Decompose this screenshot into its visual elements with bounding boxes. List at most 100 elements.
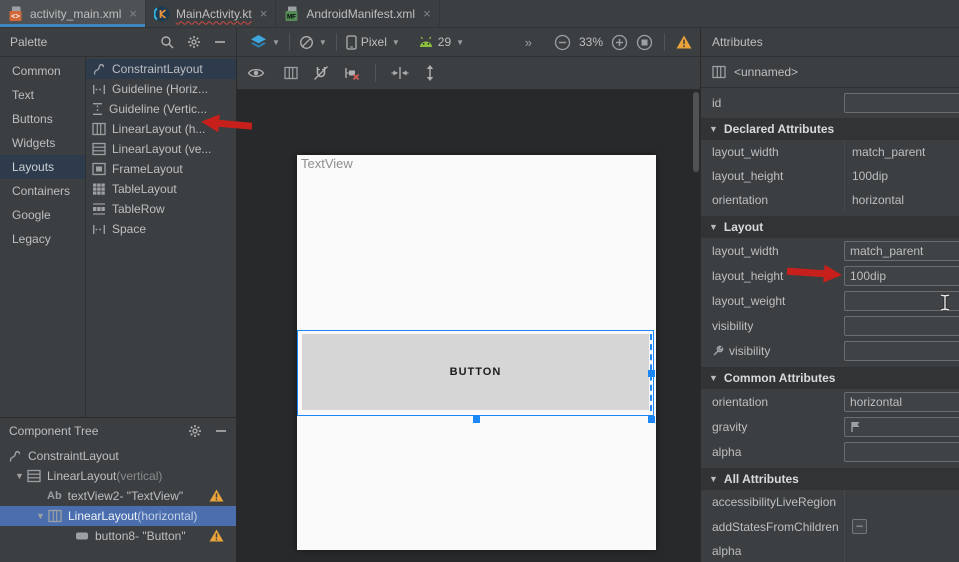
palette-item[interactable]: LinearLayout (ve... [86,139,236,159]
chevron-down-icon: ▼ [272,38,280,47]
palette-category-buttons[interactable]: Buttons [0,107,85,131]
attribute-value-input[interactable] [847,319,959,333]
palette-category-widgets[interactable]: Widgets [0,131,85,155]
palette-category-layouts[interactable]: Layouts [0,155,85,179]
palette-item-label: Guideline (Vertic... [109,102,207,116]
palette-item[interactable]: Guideline (Horiz... [86,79,236,99]
attribute-section-header[interactable]: ▼Declared Attributes [701,118,959,140]
node-label: textView2- "TextView" [68,489,183,503]
attribute-value-input[interactable] [847,344,959,358]
search-icon[interactable] [160,35,174,49]
expand-vertically-icon[interactable] [424,65,436,81]
attribute-value-text: 100dip [852,169,888,183]
close-icon[interactable]: × [423,7,431,20]
attribute-row: visibility [701,313,959,338]
api-version-selector[interactable]: 29 ▼ [409,35,473,49]
text-cursor-ibeam [939,293,951,312]
theme-selector[interactable]: ▼ [290,35,336,50]
zoom-to-fit-button[interactable] [636,34,653,51]
selection-handle-bottom[interactable] [473,416,480,423]
canvas-button-label: BUTTON [450,366,502,378]
tab-label: AndroidManifest.xml [306,7,415,21]
palette-item[interactable]: TableRow [86,199,236,219]
attribute-label: layout_width [712,145,779,159]
palette-category-containers[interactable]: Containers [0,179,85,203]
palette-item-label: Space [112,222,146,236]
toolbar-overflow-button[interactable]: » [525,35,532,50]
api-level-label: 29 [438,35,451,49]
layout-variant-selector[interactable]: ▼ [241,34,289,50]
palette-item-label: Guideline (Horiz... [112,82,208,96]
node-suffix: (vertical) [116,469,162,483]
palette-item[interactable]: FrameLayout [86,159,236,179]
device-selector[interactable]: Pixel ▼ [337,35,409,50]
editor-tab[interactable]: <> activity_main.xml × [0,0,146,27]
attribute-row: accessibilityLiveRegion [701,490,959,514]
clear-constraints-icon[interactable] [344,65,360,81]
palette-header: Palette [0,28,237,56]
tab-label: activity_main.xml [30,7,121,21]
component-tree-node[interactable]: ▼LinearLayout(horizontal) [0,506,236,526]
component-tree-node[interactable]: AbtextView2- "TextView" [0,486,236,506]
expand-arrow-icon[interactable]: ▼ [12,471,27,481]
expand-arrow-icon[interactable]: ▼ [33,511,48,521]
autoconnect-off-magnet-icon[interactable] [313,65,329,81]
orientation-in-editor-icon[interactable] [284,66,298,80]
attribute-row: layout_weight [701,288,959,313]
section-title: Common Attributes [724,371,836,385]
attribute-row: alpha [701,439,959,464]
zoom-in-button[interactable] [611,34,628,51]
attribute-section-header[interactable]: ▼Layout [701,216,959,238]
space-icon [92,224,106,235]
svg-text:<>: <> [11,11,20,20]
palette-item[interactable]: TableLayout [86,179,236,199]
attribute-value-input[interactable] [847,395,959,409]
attribute-value-input[interactable] [847,244,959,258]
attribute-value-input[interactable] [861,420,959,434]
indeterminate-checkbox[interactable]: – [852,519,867,534]
zoom-out-button[interactable] [554,34,571,51]
palette-category-common[interactable]: Common [0,59,85,83]
id-label: id [712,96,721,110]
close-icon[interactable]: × [129,7,137,20]
minimize-icon[interactable] [214,36,226,48]
component-tree-node[interactable]: button8- "Button" [0,526,236,546]
gear-icon[interactable] [188,424,202,438]
editor-tab[interactable]: MFAndroidManifest.xml× [276,0,439,27]
attribute-section-header[interactable]: ▼All Attributes [701,468,959,490]
id-input[interactable] [847,96,959,110]
selection-handle-right[interactable] [648,370,655,377]
palette-item-label: TableRow [112,202,165,216]
selection-handle-bottom-right[interactable] [648,416,655,423]
attribute-value-text: horizontal [852,193,904,207]
palette-category-legacy[interactable]: Legacy [0,227,85,251]
minimize-icon[interactable] [215,425,227,437]
pack-horizontally-icon[interactable] [391,66,409,80]
attribute-section-header[interactable]: ▼ Common Attributes [701,367,959,389]
warnings-button[interactable] [676,35,692,49]
guideline-horizontal-icon [92,84,106,95]
attribute-label: visibility [729,344,770,358]
canvas-textview[interactable]: TextView [301,156,353,171]
attribute-value-input[interactable] [847,269,959,283]
component-tree-node[interactable]: ▼LinearLayout(vertical) [0,466,236,486]
collapse-arrow-icon: ▼ [709,373,718,383]
editor-tab[interactable]: MainActivity.kt× [146,0,276,27]
view-options-eye-icon[interactable] [247,67,265,79]
toolbar-separator [664,33,665,51]
palette-category-text[interactable]: Text [0,83,85,107]
device-label: Pixel [361,35,387,49]
canvas-button[interactable]: BUTTON [302,334,649,410]
attribute-value-input[interactable] [847,445,959,459]
component-tree-node[interactable]: ConstraintLayout [0,446,236,466]
gear-icon[interactable] [187,35,201,49]
design-canvas[interactable]: TextView BUTTON [237,90,700,562]
zoom-level-label: 33% [579,35,603,49]
device-screen[interactable]: TextView BUTTON [297,155,656,550]
palette-item[interactable]: ConstraintLayout [86,59,236,79]
canvas-scrollbar-thumb[interactable] [693,92,699,172]
close-icon[interactable]: × [260,7,268,20]
theme-icon [299,35,314,50]
palette-item[interactable]: Space [86,219,236,239]
palette-category-google[interactable]: Google [0,203,85,227]
